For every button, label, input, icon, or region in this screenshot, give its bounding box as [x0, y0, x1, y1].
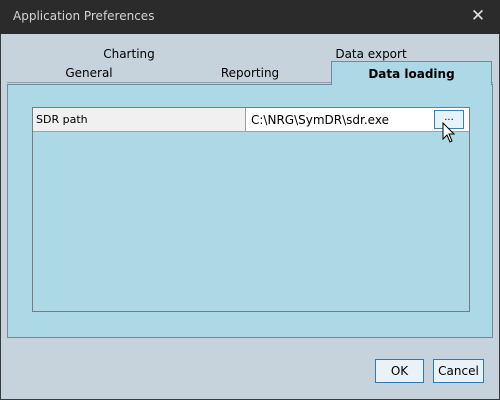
close-icon[interactable]: ✕ [470, 8, 486, 25]
window-title: Application Preferences [13, 9, 155, 23]
mouse-cursor-icon [442, 122, 455, 143]
ok-button[interactable]: OK [375, 359, 424, 383]
property-grid: SDR path C:\NRG\SymDR\sdr.exe ... [32, 107, 470, 312]
property-value-cell[interactable]: C:\NRG\SymDR\sdr.exe ... [246, 108, 469, 132]
cancel-button[interactable]: Cancel [433, 359, 484, 383]
property-row-sdr-path: SDR path C:\NRG\SymDR\sdr.exe ... [33, 108, 469, 133]
tab-general[interactable]: General [40, 63, 138, 83]
tab-reporting[interactable]: Reporting [200, 63, 300, 83]
tab-charting[interactable]: Charting [80, 44, 178, 64]
sdr-path-value[interactable]: C:\NRG\SymDR\sdr.exe [251, 108, 389, 132]
title-bar: Application Preferences ✕ [0, 0, 500, 34]
property-label: SDR path [33, 108, 246, 132]
window-border-left [0, 34, 1, 400]
tab-data-loading[interactable]: Data loading [331, 61, 492, 85]
